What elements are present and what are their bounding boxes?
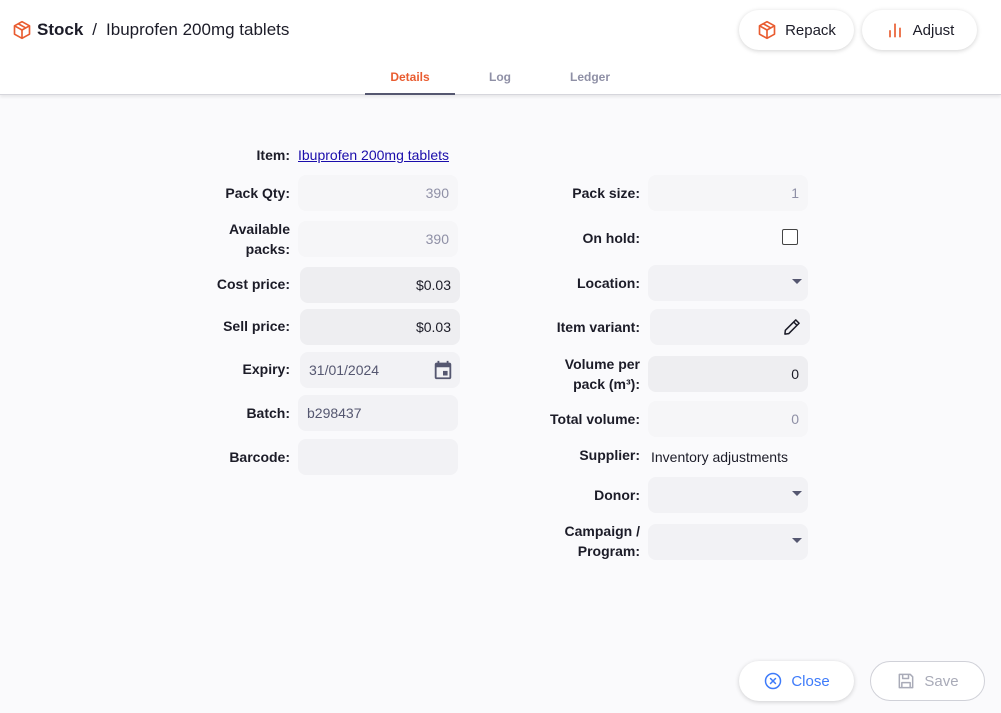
volume-per-pack-label-line2: pack (m³):	[573, 376, 640, 392]
chevron-down-icon	[792, 491, 802, 496]
app-header: Stock / Ibuprofen 200mg tablets Repack A…	[0, 0, 1001, 95]
repack-button[interactable]: Repack	[739, 10, 854, 50]
campaign-program-label-line2: Program:	[577, 543, 640, 559]
donor-label: Donor:	[594, 487, 640, 503]
campaign-program-label: Campaign / Program:	[520, 521, 640, 561]
bar-chart-icon	[885, 20, 905, 40]
sell-price-value: $0.03	[415, 319, 451, 335]
available-packs-field: 390	[298, 221, 458, 257]
adjust-button-label: Adjust	[912, 21, 955, 39]
package-icon	[12, 20, 32, 40]
item-link[interactable]: Ibuprofen 200mg tablets	[298, 145, 449, 165]
repack-button-label: Repack	[785, 21, 836, 39]
expiry-label: Expiry:	[242, 361, 290, 377]
tab-ledger[interactable]: Ledger	[545, 62, 635, 95]
tab-log[interactable]: Log	[455, 62, 545, 95]
barcode-label: Barcode:	[229, 449, 290, 465]
close-button[interactable]: Close	[739, 661, 854, 701]
item-variant-input[interactable]	[650, 309, 810, 345]
supplier-label: Supplier:	[579, 447, 640, 463]
supplier-value: Inventory adjustments	[651, 449, 788, 465]
pack-size-value: 1	[791, 185, 799, 201]
cost-price-value: $0.03	[415, 277, 451, 293]
batch-value: b298437	[307, 405, 362, 421]
breadcrumb-separator: /	[92, 20, 98, 39]
item-variant-label: Item variant:	[556, 319, 640, 335]
total-volume-label: Total volume:	[550, 411, 640, 427]
location-select[interactable]	[648, 265, 808, 301]
pack-qty-field: 390	[298, 175, 458, 211]
available-packs-label-line1: Available	[229, 221, 290, 237]
breadcrumb-stock-link[interactable]: Stock	[37, 20, 83, 40]
sell-price-label: Sell price:	[223, 318, 290, 334]
pack-qty-label: Pack Qty:	[225, 185, 290, 201]
adjust-button[interactable]: Adjust	[862, 10, 977, 50]
pack-size-label: Pack size:	[572, 185, 640, 201]
tab-details[interactable]: Details	[365, 62, 455, 95]
close-button-label: Close	[791, 672, 830, 690]
pack-qty-value: 390	[425, 185, 449, 201]
pack-size-field: 1	[648, 175, 808, 211]
campaign-program-select[interactable]	[648, 524, 808, 560]
save-icon	[896, 671, 916, 691]
save-button[interactable]: Save	[870, 661, 985, 701]
chevron-down-icon	[792, 538, 802, 543]
on-hold-label: On hold:	[582, 230, 640, 246]
location-label: Location:	[577, 275, 640, 291]
calendar-icon[interactable]	[432, 359, 454, 381]
volume-per-pack-input[interactable]: 0	[648, 356, 808, 392]
page-title: Ibuprofen 200mg tablets	[106, 20, 290, 39]
batch-input[interactable]: b298437	[298, 395, 458, 431]
breadcrumb: Stock / Ibuprofen 200mg tablets	[12, 19, 289, 41]
sell-price-input[interactable]: $0.03	[300, 309, 460, 345]
volume-per-pack-label: Volume per pack (m³):	[520, 354, 640, 394]
expiry-value: 31/01/2024	[309, 362, 380, 378]
save-button-label: Save	[924, 672, 959, 690]
batch-label: Batch:	[246, 405, 290, 421]
cost-price-input[interactable]: $0.03	[300, 267, 460, 303]
donor-select[interactable]	[648, 477, 808, 513]
available-packs-label-line2: packs:	[245, 241, 290, 257]
pencil-icon[interactable]	[782, 317, 804, 339]
close-circle-icon	[763, 671, 783, 691]
cost-price-label: Cost price:	[216, 276, 290, 292]
total-volume-field: 0	[648, 401, 808, 437]
expiry-date-input[interactable]: 31/01/2024	[300, 352, 460, 388]
total-volume-value: 0	[791, 411, 799, 427]
available-packs-value: 390	[425, 231, 449, 247]
tab-bar: Details Log Ledger	[365, 62, 635, 95]
volume-per-pack-label-line1: Volume per	[564, 356, 640, 372]
on-hold-checkbox[interactable]	[782, 229, 798, 245]
item-label: Item:	[256, 147, 290, 163]
barcode-input[interactable]	[298, 439, 458, 475]
available-packs-label: Available packs:	[190, 219, 290, 259]
volume-per-pack-value: 0	[791, 366, 799, 382]
chevron-down-icon	[792, 279, 802, 284]
package-icon	[757, 20, 777, 40]
campaign-program-label-line1: Campaign /	[564, 523, 640, 539]
